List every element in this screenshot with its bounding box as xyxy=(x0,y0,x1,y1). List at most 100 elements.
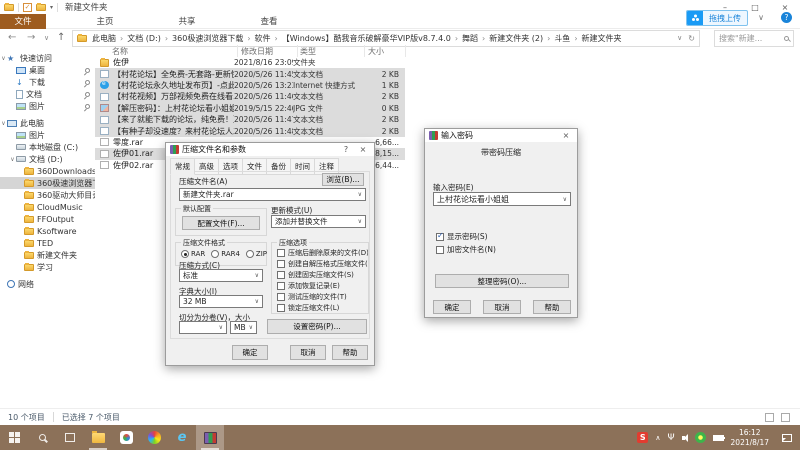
format-radio[interactable]: RAR xyxy=(181,250,211,258)
ribbon-tab[interactable]: 查看 xyxy=(246,14,292,29)
option-checkbox[interactable]: 创建固实压缩文件(S) xyxy=(272,269,368,280)
winrar-taskbar-button[interactable] xyxy=(196,425,224,450)
sidebar-item[interactable]: CloudMusic xyxy=(0,201,95,213)
column-size[interactable]: 大小 xyxy=(368,46,384,57)
sidebar-item[interactable]: 学习 xyxy=(0,261,95,273)
format-radio[interactable]: RAR4 xyxy=(211,250,246,258)
encrypt-filenames-checkbox[interactable]: 加密文件名(N) xyxy=(431,244,496,255)
address-dropdown-icon[interactable]: ∨ xyxy=(677,34,682,43)
forward-icon[interactable]: → xyxy=(27,32,35,43)
ok-button[interactable]: 确定 xyxy=(232,345,268,360)
split-size-input[interactable]: ∨ xyxy=(179,321,227,334)
dictionary-size-select[interactable]: 32 MB∨ xyxy=(179,295,263,308)
ribbon-tab[interactable]: 文件 xyxy=(0,14,46,29)
sidebar-item[interactable]: TED xyxy=(0,237,95,249)
option-checkbox[interactable]: 测试压缩的文件(T) xyxy=(272,291,368,302)
file-row[interactable]: 【村花视频】万部视频免费在线看.txt 2020/5/26 11:46 文本文档… xyxy=(95,91,405,102)
ribbon-expand-icon[interactable]: ∨ xyxy=(758,13,764,22)
sidebar-item[interactable]: 360极速浏览器下载 xyxy=(0,177,95,189)
file-row[interactable]: 【有种子却没速度？来村花论坛人工加.. 2020/5/26 11:48 文本文档… xyxy=(95,125,405,136)
back-icon[interactable]: ← xyxy=(8,32,16,43)
sidebar-item[interactable]: ∨ 此电脑 xyxy=(0,117,95,129)
search-button[interactable] xyxy=(28,425,56,450)
refresh-icon[interactable]: ↻ xyxy=(688,34,695,43)
sidebar-item[interactable]: 下载 xyxy=(0,76,95,88)
sidebar-item[interactable]: 图片 xyxy=(0,100,95,112)
file-row[interactable]: 【村花论坛】全免费-无套路-更新快.txt 2020/5/26 11:45 文本… xyxy=(95,68,405,79)
file-row[interactable]: 【解压密码】：上村花论坛看小姐姐.jpg 2019/5/15 22:46 JPG… xyxy=(95,103,405,114)
option-checkbox[interactable]: 锁定压缩文件(L) xyxy=(272,302,368,313)
breadcrumb-item[interactable]: 斗鱼 xyxy=(554,33,581,44)
cancel-button[interactable]: 取消 xyxy=(290,345,326,360)
archive-name-input[interactable]: 新建文件夹.rar∨ xyxy=(179,188,366,201)
360-tray-icon[interactable]: S xyxy=(637,432,648,443)
action-center-icon[interactable] xyxy=(782,434,792,442)
ribbon-tab[interactable]: 共享 xyxy=(164,14,210,29)
breadcrumb-item[interactable]: 360极速浏览器下载 xyxy=(172,33,254,44)
help-icon[interactable]: ? xyxy=(781,12,792,23)
breadcrumb-item[interactable]: 软件 xyxy=(255,33,282,44)
set-password-button[interactable]: 设置密码(P)... xyxy=(267,319,367,334)
sidebar-item[interactable]: 本地磁盘 (C:) xyxy=(0,141,95,153)
up-icon[interactable]: ↑ xyxy=(57,32,65,43)
ie-taskbar-button[interactable]: e xyxy=(168,425,196,450)
properties-icon[interactable]: ✓ xyxy=(23,3,32,12)
tree-expand-icon[interactable]: ∨ xyxy=(0,120,7,127)
tree-expand-icon[interactable]: ∨ xyxy=(9,156,16,163)
column-separator[interactable] xyxy=(364,45,365,57)
file-row[interactable]: 【来了就能下载的论坛，纯免费！】.txt 2020/5/26 11:47 文本文… xyxy=(95,114,405,125)
format-radio[interactable]: ZIP xyxy=(246,250,273,258)
option-checkbox[interactable]: 压缩后删除原来的文件(D) xyxy=(272,247,368,258)
column-name[interactable]: 名称 xyxy=(112,46,128,57)
file-explorer-taskbar-button[interactable] xyxy=(84,425,112,450)
cloud-upload-button[interactable]: 拖拽上传 xyxy=(686,10,748,26)
browse-button[interactable]: 浏览(B)... xyxy=(322,173,364,186)
help-button[interactable]: 帮助 xyxy=(533,300,571,314)
dialog-close-button[interactable]: × xyxy=(356,145,370,154)
volume-icon[interactable] xyxy=(682,436,685,440)
dialog-close-button[interactable]: × xyxy=(559,131,573,140)
ok-button[interactable]: 确定 xyxy=(433,300,471,314)
start-button[interactable] xyxy=(0,425,28,450)
qat-dropdown-icon[interactable]: ▾ xyxy=(50,4,53,11)
cancel-button[interactable]: 取消 xyxy=(483,300,521,314)
tree-expand-icon[interactable]: ∨ xyxy=(0,55,7,62)
usb-icon[interactable]: Ψ xyxy=(667,433,674,443)
sidebar-item[interactable]: Ksoftware xyxy=(0,225,95,237)
breadcrumb-item[interactable]: 舞蹈 xyxy=(462,33,489,44)
360-safety-tray-icon[interactable] xyxy=(695,432,706,443)
file-row[interactable]: 【村花论坛永久地址发布页】-点此打开 2020/5/26 13:23 Inter… xyxy=(95,80,405,91)
column-separator[interactable] xyxy=(237,45,238,57)
recent-locations-icon[interactable]: ∨ xyxy=(44,34,49,42)
sidebar-item[interactable]: 网络 xyxy=(0,278,95,290)
update-mode-select[interactable]: 添加并替换文件∨ xyxy=(271,215,366,228)
file-row[interactable]: 佐伊 2021/8/16 23:09 文件夹 xyxy=(95,57,405,68)
clock[interactable]: 16:12 2021/8/17 xyxy=(731,428,769,447)
sidebar-item[interactable]: 360Downloads xyxy=(0,165,95,177)
sidebar-item[interactable]: 文档 xyxy=(0,88,95,100)
password-input[interactable]: 上村花论坛看小姐姐∨ xyxy=(433,192,571,206)
sidebar-item[interactable]: 图片 xyxy=(0,129,95,141)
hidden-icons-chevron-icon[interactable]: ∧ xyxy=(655,434,660,442)
sidebar-item[interactable]: ∨ 快速访问 xyxy=(0,52,95,64)
column-separator[interactable] xyxy=(297,45,298,57)
ribbon-tab[interactable]: 主页 xyxy=(82,14,128,29)
sidebar-item[interactable]: ∨ 文档 (D:) xyxy=(0,153,95,165)
split-unit-select[interactable]: MB∨ xyxy=(230,321,257,334)
breadcrumb-item[interactable]: 【Windows】酷我音乐破解豪华VIP版v8.7.4.0 xyxy=(282,33,462,44)
360-safe-taskbar-button[interactable] xyxy=(112,425,140,450)
sidebar-item[interactable]: 桌面 xyxy=(0,64,95,76)
breadcrumb-item[interactable]: 新建文件夹 xyxy=(582,33,622,44)
view-details-icon[interactable] xyxy=(765,413,774,422)
dialog-help-button[interactable]: ? xyxy=(339,145,353,154)
battery-icon[interactable] xyxy=(713,435,724,441)
option-checkbox[interactable]: 创建自解压格式压缩文件(X) xyxy=(272,258,368,269)
profiles-button[interactable]: 配置文件(F)... xyxy=(182,216,260,230)
help-button[interactable]: 帮助 xyxy=(332,345,368,360)
sidebar-item[interactable]: 360驱动大师目录 xyxy=(0,189,95,201)
360-browser-taskbar-button[interactable] xyxy=(140,425,168,450)
sidebar-item[interactable]: FFOutput xyxy=(0,213,95,225)
compression-method-select[interactable]: 标准∨ xyxy=(179,269,263,282)
dialog-tab[interactable]: 常规 xyxy=(170,158,195,175)
breadcrumb-item[interactable]: 此电脑 xyxy=(92,33,127,44)
